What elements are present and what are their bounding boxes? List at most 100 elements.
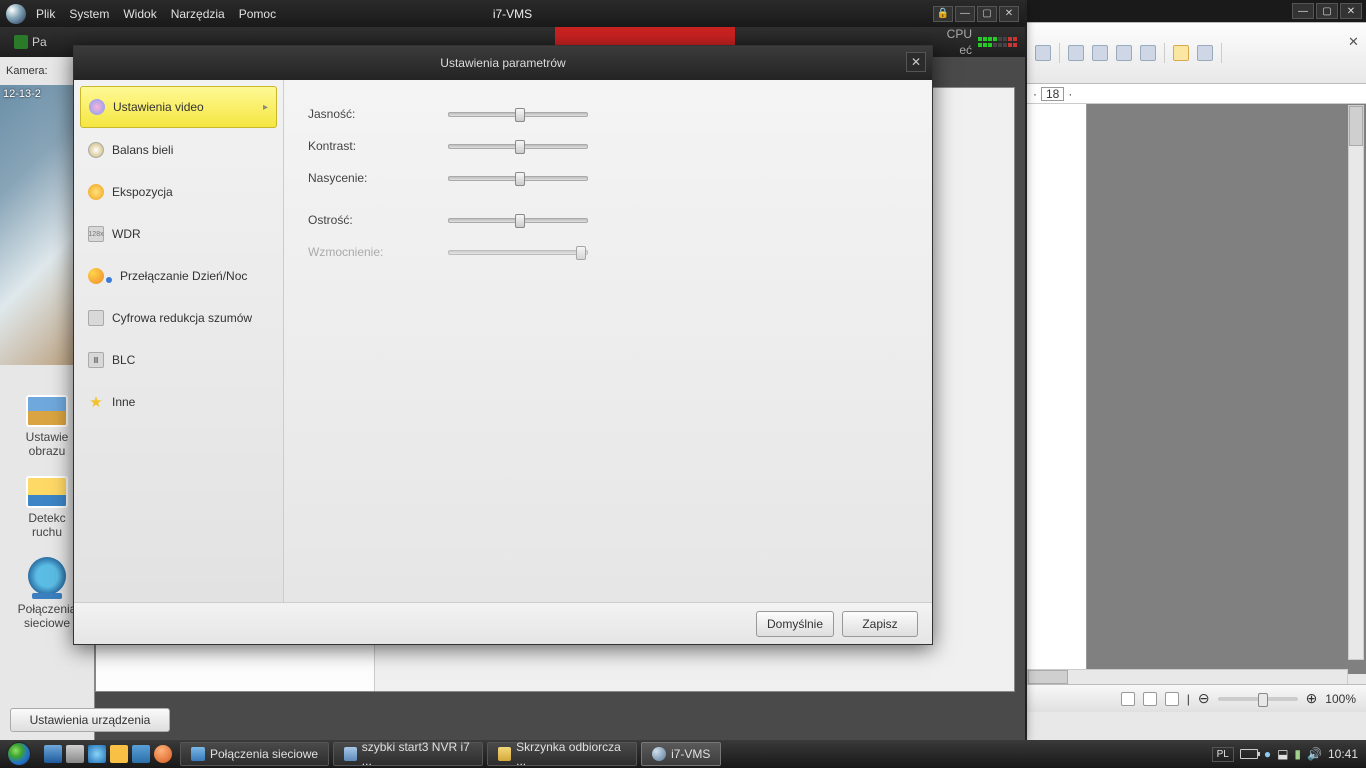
view-mode-icon[interactable] [1165, 692, 1179, 706]
doc-tab-close-icon[interactable]: ✕ [1348, 34, 1360, 46]
ruler-value: 18 [1041, 87, 1064, 101]
sidebar-item-white-balance[interactable]: Balans bieli [80, 130, 277, 170]
scrollbar-thumb[interactable] [1349, 106, 1363, 146]
close-button[interactable]: ✕ [999, 6, 1019, 22]
grid-icon [14, 35, 28, 49]
gain-label: Wzmocnienie: [308, 245, 448, 259]
contrast-slider[interactable] [448, 144, 588, 149]
sidebar-item-wdr[interactable]: 128x WDR [80, 214, 277, 254]
menu-widok[interactable]: Widok [123, 7, 156, 21]
zoom-slider[interactable] [1218, 697, 1298, 701]
vms-icon [652, 747, 666, 761]
toolbar-highlight-icon[interactable] [1173, 45, 1189, 61]
tray-volume-icon[interactable]: 🔊 [1307, 747, 1322, 761]
taskbar-item-mail[interactable]: Skrzynka odbiorcza ... [487, 742, 637, 766]
cpu-label: CPU [947, 27, 972, 41]
toolbar-icon[interactable] [1035, 45, 1051, 61]
tray-app-icon[interactable]: ● [1264, 747, 1271, 761]
bg-scrollbar-horizontal[interactable] [1027, 669, 1348, 685]
sun-icon [88, 184, 104, 200]
dialog-close-button[interactable]: ✕ [906, 52, 926, 72]
lock-button[interactable]: 🔒 [933, 6, 953, 22]
arrow-up-icon[interactable] [1068, 45, 1084, 61]
saturation-label: Nasycenie: [308, 171, 448, 185]
bg-minimize-button[interactable]: — [1292, 3, 1314, 19]
taskbar-item-network[interactable]: Połączenia sieciowe [180, 742, 329, 766]
vms-tab[interactable]: Pa [8, 32, 53, 52]
menu-system[interactable]: System [69, 7, 109, 21]
bg-scrollbar-vertical[interactable] [1348, 105, 1364, 660]
dialog-sidebar: Ustawienia video Balans bieli Ekspozycja… [74, 80, 284, 602]
motion-detection-icon [26, 476, 68, 508]
menu-plik[interactable]: Plik [36, 7, 55, 21]
ie-icon[interactable] [88, 745, 106, 763]
parameter-settings-dialog: Ustawienia parametrów ✕ Ustawienia video… [73, 45, 933, 645]
vms-menubar: Plik System Widok Narzędzia Pomoc [36, 7, 276, 21]
default-button[interactable]: Domyślnie [756, 611, 834, 637]
dialog-footer: Domyślnie Zapisz [74, 602, 932, 644]
mail-icon [498, 747, 511, 761]
network-icon [191, 747, 205, 761]
menu-narzedzia[interactable]: Narzędzia [171, 7, 225, 21]
bg-close-button[interactable]: ✕ [1340, 3, 1362, 19]
tray-shield-icon[interactable]: ⬓ [1277, 747, 1288, 761]
bg-maximize-button[interactable]: ▢ [1316, 3, 1338, 19]
bg-statusbar: | ⊖ ⊕ 100% [1027, 684, 1366, 712]
view-mode-icon[interactable] [1121, 692, 1135, 706]
dialog-title-text: Ustawienia parametrów [440, 56, 565, 70]
scrollbar-thumb[interactable] [1028, 670, 1068, 684]
brightness-slider[interactable] [448, 112, 588, 117]
explorer-icon[interactable] [66, 745, 84, 763]
sidebar-item-video-settings[interactable]: Ustawienia video [80, 86, 277, 128]
bg-canvas [1087, 104, 1366, 674]
bg-toolbar [1027, 22, 1366, 84]
cpu-meter [978, 37, 1017, 47]
taskbar-item-vms[interactable]: i7-VMS [641, 742, 721, 766]
sidebar-item-blc[interactable]: II BLC [80, 340, 277, 380]
system-tray: PL ● ⬓ ▮ 🔊 10:41 [1212, 747, 1366, 762]
blc-icon: II [88, 352, 104, 368]
arrow-down-double-icon[interactable] [1140, 45, 1156, 61]
dialog-titlebar: Ustawienia parametrów ✕ [74, 46, 932, 80]
wdr-icon: 128x [88, 226, 104, 242]
arrow-down-icon[interactable] [1092, 45, 1108, 61]
quick-launch [38, 745, 178, 763]
image-settings-icon [26, 395, 68, 427]
taskbar: Połączenia sieciowe szybki start3 NVR i7… [0, 740, 1366, 768]
toolbar-icon[interactable] [1197, 45, 1213, 61]
vms-app-title: i7-VMS [493, 7, 532, 21]
menu-pomoc[interactable]: Pomoc [239, 7, 276, 21]
day-night-icon [88, 268, 104, 284]
start-button[interactable] [0, 740, 38, 768]
minimize-button[interactable]: — [955, 6, 975, 22]
clock[interactable]: 10:41 [1328, 747, 1358, 761]
language-indicator[interactable]: PL [1212, 747, 1234, 762]
maximize-button[interactable]: ▢ [977, 6, 997, 22]
zoom-out-icon[interactable]: ⊖ [1198, 690, 1210, 707]
background-editor-window: — ▢ ✕ ✕ · 18 · [1025, 0, 1366, 740]
sidebar-item-day-night[interactable]: Przełączanie Dzień/Noc [80, 256, 277, 296]
sidebar-item-exposure[interactable]: Ekspozycja [80, 172, 277, 212]
show-desktop-icon[interactable] [44, 745, 62, 763]
arrow-up-double-icon[interactable] [1116, 45, 1132, 61]
bg-page [1027, 104, 1087, 674]
firefox-icon[interactable] [154, 745, 172, 763]
zoom-in-icon[interactable]: ⊕ [1306, 690, 1318, 707]
sidebar-item-dnr[interactable]: Cyfrowa redukcja szumów [80, 298, 277, 338]
app-icon[interactable] [132, 745, 150, 763]
saturation-slider[interactable] [448, 176, 588, 181]
white-balance-icon [88, 142, 104, 158]
sharpness-slider[interactable] [448, 218, 588, 223]
view-mode-icon[interactable] [1143, 692, 1157, 706]
sphere-icon [89, 99, 105, 115]
taskbar-item-document[interactable]: szybki start3 NVR i7 ... [333, 742, 483, 766]
tab-label: Pa [32, 35, 47, 49]
tray-network-icon[interactable]: ▮ [1294, 747, 1301, 761]
folder-icon[interactable] [110, 745, 128, 763]
save-button[interactable]: Zapisz [842, 611, 918, 637]
net-label: eć [959, 43, 972, 57]
vms-titlebar: Plik System Widok Narzędzia Pomoc i7-VMS… [0, 0, 1025, 27]
sidebar-item-other[interactable]: ★ Inne [80, 382, 277, 422]
battery-icon[interactable] [1240, 749, 1258, 759]
device-settings-button[interactable]: Ustawienia urządzenia [10, 708, 170, 732]
